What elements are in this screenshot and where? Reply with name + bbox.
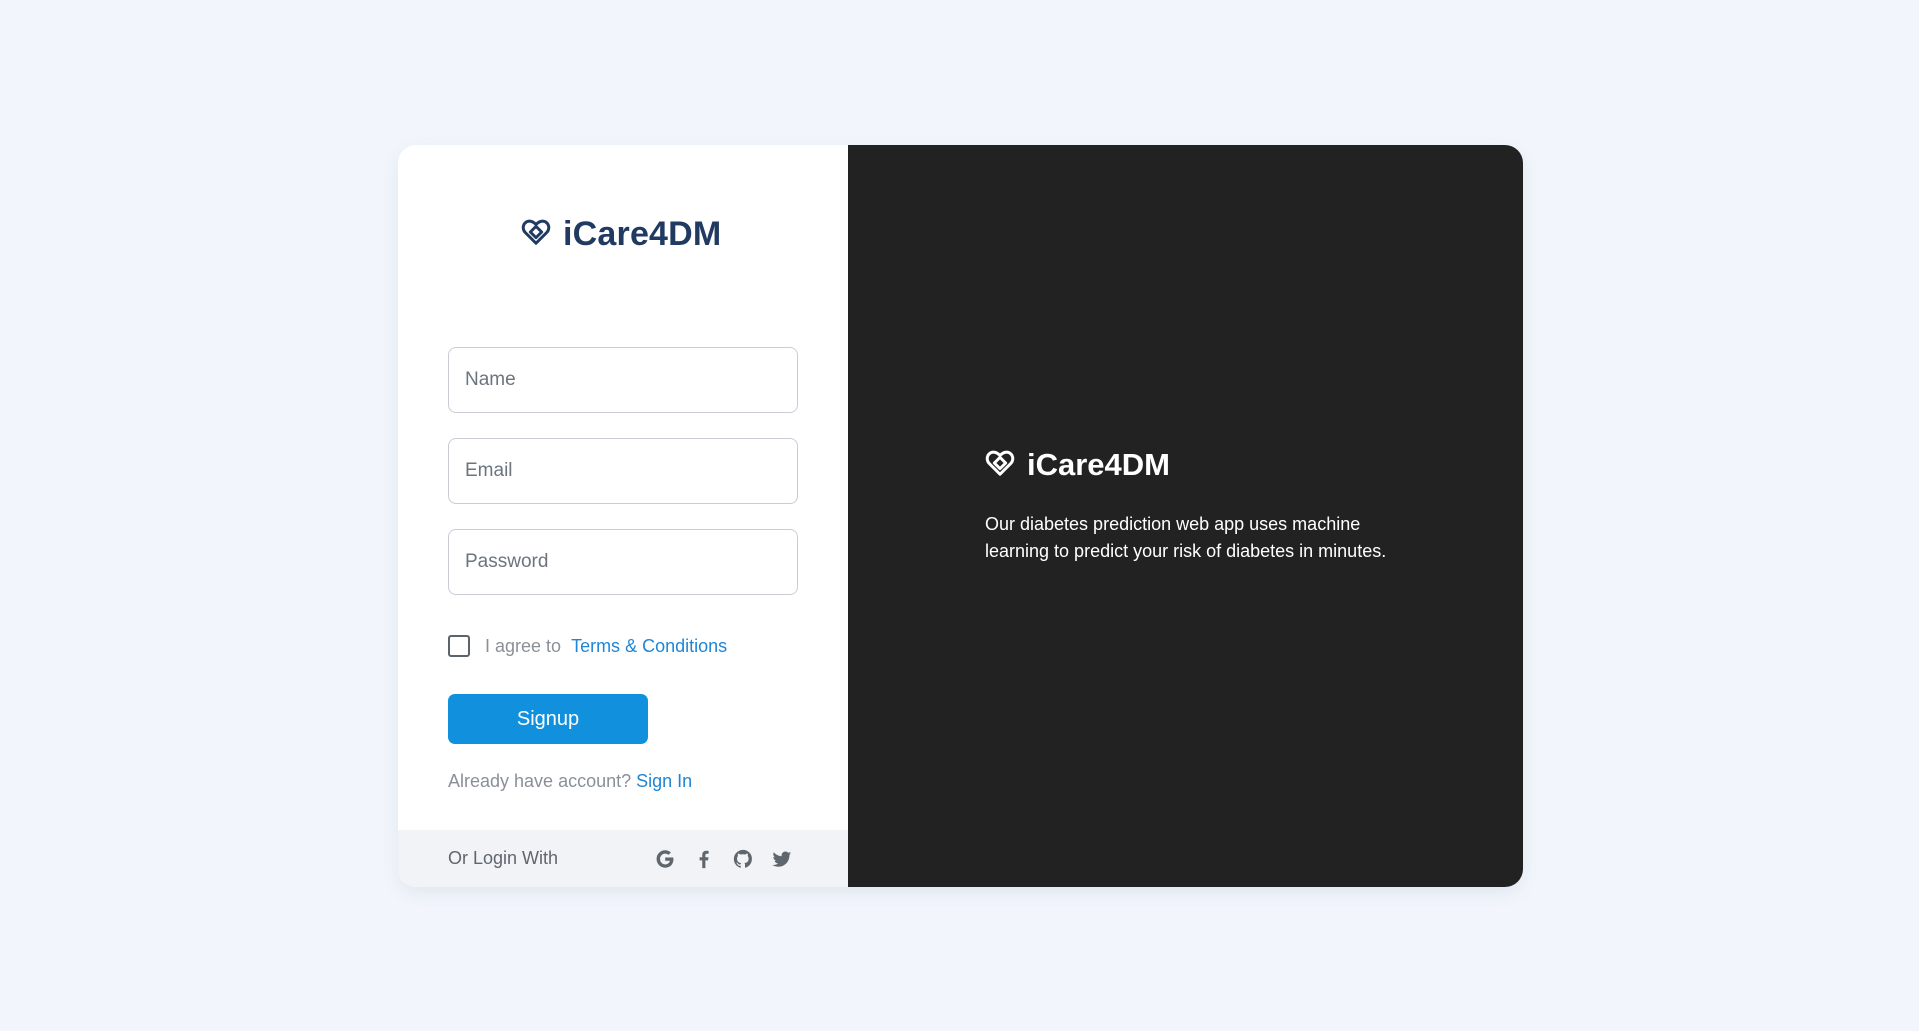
name-input[interactable] <box>448 347 798 413</box>
social-login-icons <box>654 848 793 870</box>
facebook-icon[interactable] <box>693 848 715 870</box>
signup-card: iCare4DM I agree to Terms & Conditions S… <box>398 145 1523 887</box>
promo-panel: iCare4DM Our diabetes prediction web app… <box>848 145 1523 887</box>
signin-link[interactable]: Sign In <box>636 771 692 791</box>
signin-prompt: Already have account? Sign In <box>448 771 692 792</box>
brand-logo: iCare4DM <box>521 215 721 254</box>
agree-label: I agree to <box>485 635 562 656</box>
email-input[interactable] <box>448 438 798 504</box>
have-account-text: Already have account? <box>448 771 632 791</box>
terms-agreement: I agree to Terms & Conditions <box>448 635 727 657</box>
social-login-label: Or Login With <box>448 848 559 868</box>
signup-panel: iCare4DM I agree to Terms & Conditions S… <box>398 145 848 887</box>
brand-name: iCare4DM <box>563 215 722 253</box>
google-icon[interactable] <box>654 848 676 870</box>
twitter-icon[interactable] <box>771 848 793 870</box>
promo-description: Our diabetes prediction web app uses mac… <box>985 514 1387 561</box>
promo-title: iCare4DM <box>1027 447 1170 482</box>
heart-diamond-icon <box>985 448 1015 483</box>
signup-button[interactable]: Signup <box>448 694 648 744</box>
terms-link[interactable]: Terms & Conditions <box>571 636 727 657</box>
password-input[interactable] <box>448 529 798 595</box>
github-icon[interactable] <box>732 848 754 870</box>
terms-checkbox[interactable] <box>448 635 470 657</box>
social-login-bar: Or Login With <box>398 830 848 887</box>
heart-diamond-icon <box>521 217 551 252</box>
promo-brand: iCare4DM <box>985 447 1170 483</box>
